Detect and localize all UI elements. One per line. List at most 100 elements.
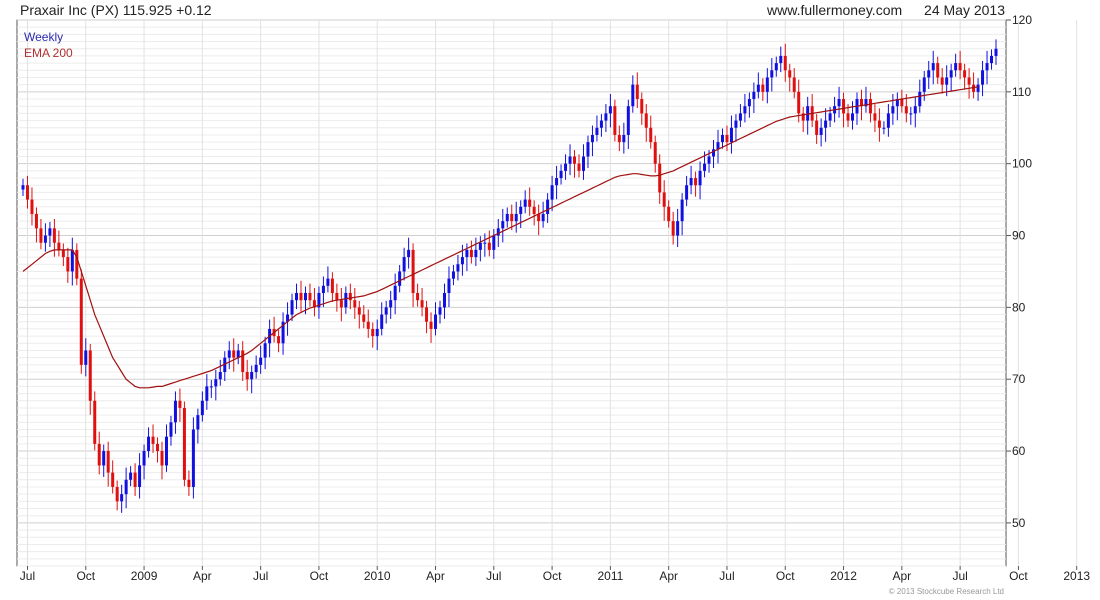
- candle-body: [478, 242, 482, 250]
- candle-body: [308, 293, 312, 301]
- candle-body: [599, 120, 603, 128]
- candle-body: [851, 113, 855, 121]
- candle-body: [873, 113, 877, 121]
- candle-body: [877, 120, 881, 128]
- x-tick-label: Jul: [719, 569, 734, 583]
- candle-body: [788, 70, 792, 78]
- candle-body: [290, 300, 294, 315]
- candle-body: [837, 99, 841, 107]
- candle-body: [658, 163, 662, 193]
- candle-body: [770, 70, 774, 78]
- candle-body: [662, 192, 666, 207]
- candle-body: [429, 321, 433, 329]
- candle-body: [84, 350, 88, 365]
- candle-body: [963, 70, 967, 78]
- candle-body: [590, 134, 594, 143]
- candle-body: [303, 293, 307, 301]
- candle-body: [469, 249, 473, 258]
- y-tick-label: 120: [1012, 13, 1032, 27]
- candle-body: [918, 91, 922, 107]
- candle-body: [66, 257, 70, 272]
- candle-body: [124, 479, 128, 495]
- candle-body: [555, 178, 559, 186]
- candle-body: [375, 328, 379, 337]
- candle-body: [734, 120, 738, 128]
- candle-body: [581, 156, 585, 171]
- candle-body: [232, 350, 236, 358]
- candle-body: [407, 249, 411, 258]
- candle-body: [882, 127, 886, 129]
- candle-body: [698, 170, 702, 186]
- candle-body: [330, 278, 334, 293]
- x-tick-label: Oct: [76, 569, 95, 583]
- candle-body: [474, 249, 478, 258]
- candle-body: [519, 206, 523, 214]
- candle-body: [774, 63, 778, 71]
- candle-body: [353, 300, 357, 308]
- candle-body: [384, 307, 388, 315]
- candle-body: [218, 372, 222, 380]
- candle-body: [487, 242, 491, 250]
- candle-body: [815, 120, 819, 135]
- candle-body: [97, 443, 101, 466]
- candle-body: [595, 127, 599, 135]
- candle-body: [761, 84, 765, 92]
- candle-body: [357, 307, 361, 315]
- candle-body: [671, 221, 675, 236]
- x-tick-label: 2011: [597, 569, 623, 583]
- candle-body: [819, 127, 823, 135]
- candle-body: [70, 249, 74, 272]
- candle-body: [779, 55, 783, 64]
- candle-body: [729, 127, 733, 143]
- candle-body: [214, 379, 218, 387]
- candle-body: [900, 99, 904, 107]
- y-tick-label: 100: [1012, 157, 1032, 171]
- x-tick-label: Jul: [253, 569, 268, 583]
- candle-body: [43, 235, 47, 243]
- price-chart: 50 60 70 80 90 100 110 120 Jul Oct 2009 Apr Jul Oct 2…: [16, 13, 1090, 583]
- candle-body: [747, 99, 751, 107]
- x-tick-label: 2013: [1063, 569, 1090, 583]
- candle-body: [564, 163, 568, 171]
- candle-body: [339, 300, 343, 308]
- candle-body: [720, 134, 724, 143]
- candle-body: [465, 249, 469, 258]
- candle-body: [644, 113, 648, 128]
- candle-body: [756, 84, 760, 92]
- candle-body: [61, 249, 65, 258]
- candle-body: [335, 293, 339, 301]
- candle-body: [846, 113, 850, 121]
- candle-body: [824, 120, 828, 128]
- candle-body: [115, 486, 119, 502]
- y-tick-label: 60: [1012, 444, 1026, 458]
- candle-body: [442, 293, 446, 308]
- candle-body: [416, 293, 420, 301]
- candle-body: [954, 63, 958, 71]
- candle-body: [631, 84, 635, 107]
- x-axis-ticks: Jul Oct 2009 Apr Jul Oct 2010 Apr Jul Oct 2011 Apr J…: [20, 566, 1090, 583]
- x-tick-label: 2010: [364, 569, 391, 583]
- x-tick-label: Apr: [426, 569, 445, 583]
- candle-body: [348, 293, 352, 301]
- candle-body: [828, 113, 832, 121]
- candle-body: [366, 321, 370, 329]
- candle-body: [147, 436, 151, 452]
- y-tick-label: 80: [1012, 300, 1026, 314]
- candle-body: [797, 91, 801, 114]
- candle-body: [48, 228, 52, 236]
- x-tick-label: Oct: [543, 569, 562, 583]
- candle-body: [182, 407, 186, 480]
- candle-body: [653, 142, 657, 164]
- candle-body: [981, 70, 985, 85]
- x-tick-label: Jul: [952, 569, 967, 583]
- candle-body: [640, 99, 644, 114]
- candle-body: [245, 372, 249, 380]
- candle-body: [196, 415, 200, 430]
- candle-body: [689, 178, 693, 186]
- candle-body: [88, 350, 92, 401]
- candle-body: [106, 451, 110, 473]
- candle-body: [765, 77, 769, 92]
- y-tick-label: 70: [1012, 372, 1026, 386]
- candle-body: [447, 278, 451, 293]
- candle-body: [985, 63, 989, 71]
